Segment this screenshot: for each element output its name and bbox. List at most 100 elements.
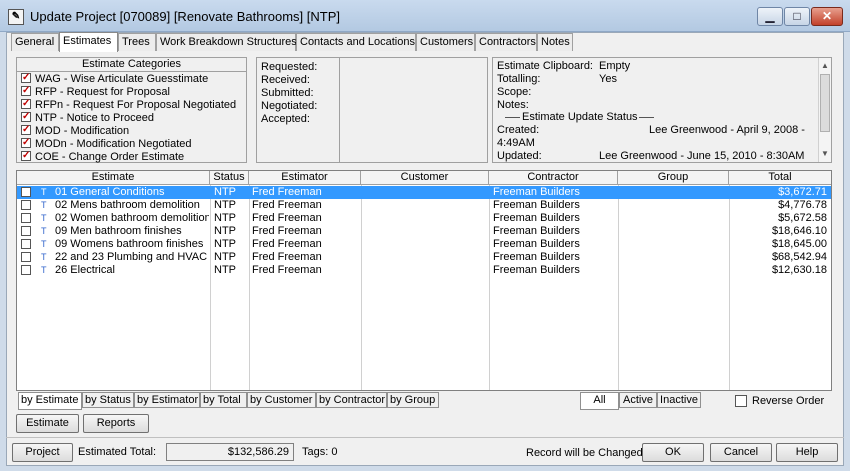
sort-by-status-tab[interactable]: by Status xyxy=(82,392,134,408)
row-checkbox[interactable] xyxy=(21,213,31,223)
group-cell xyxy=(622,238,728,251)
total-cell: $5,672.58 xyxy=(778,212,827,224)
type-marker: T xyxy=(41,252,47,262)
total-cell: $4,776.78 xyxy=(778,199,827,211)
row-checkbox[interactable] xyxy=(21,187,31,197)
category-label: RFP - Request for Proposal xyxy=(35,86,170,98)
cancel-button[interactable]: Cancel xyxy=(710,443,772,462)
category-item[interactable]: WAG - Wise Articulate Guesstimate xyxy=(17,71,246,86)
row-checkbox[interactable] xyxy=(21,252,31,262)
sort-by-estimator-tab[interactable]: by Estimator xyxy=(134,392,200,408)
category-list: WAG - Wise Articulate GuesstimateRFP - R… xyxy=(17,71,246,164)
reports-button[interactable]: Reports xyxy=(83,414,149,433)
column-header-estimator[interactable]: Estimator xyxy=(249,171,361,185)
category-item[interactable]: MODn - Modification Negotiated xyxy=(17,136,246,151)
tab-estimates[interactable]: Estimates xyxy=(59,32,118,52)
ok-button[interactable]: OK xyxy=(642,443,704,462)
sort-by-estimate-tab[interactable]: by Estimate xyxy=(18,392,82,410)
tab-customers[interactable]: Customers xyxy=(416,33,475,51)
estimator-cell: Fred Freeman xyxy=(252,212,322,224)
category-checkbox[interactable] xyxy=(21,136,31,149)
help-button[interactable]: Help xyxy=(776,443,838,462)
column-header-status[interactable]: Status xyxy=(210,171,249,185)
column-header-contractor[interactable]: Contractor xyxy=(489,171,618,185)
status-cell: NTP xyxy=(214,225,236,237)
sort-by-contractor-tab[interactable]: by Contractor xyxy=(316,392,387,408)
category-checkbox[interactable] xyxy=(21,123,31,136)
notes-label: Notes: xyxy=(497,99,529,111)
table-row[interactable]: T 01 General Conditions NTP Fred Freeman Fre… xyxy=(17,186,831,199)
total-cell: $68,542.94 xyxy=(771,251,827,263)
maximize-button[interactable]: □ xyxy=(784,7,810,26)
filter-inactive-tab[interactable]: Inactive xyxy=(657,392,701,408)
tab-contacts-and-locations[interactable]: Contacts and Locations xyxy=(296,33,416,51)
column-header-customer[interactable]: Customer xyxy=(361,171,489,185)
group-cell xyxy=(622,251,728,264)
table-row[interactable]: T 26 Electrical NTP Fred Freeman Freeman Bui… xyxy=(17,264,831,277)
tab-general[interactable]: General xyxy=(11,33,59,51)
app-icon: ✎ xyxy=(8,9,24,25)
requested-label: Requested: xyxy=(261,61,318,73)
tab-work-breakdown-structures[interactable]: Work Breakdown Structures xyxy=(156,33,297,51)
table-row[interactable]: T 02 Women bathroom demolition NTP Fred Fre… xyxy=(17,212,831,225)
category-checkbox[interactable] xyxy=(21,71,31,84)
row-checkbox[interactable] xyxy=(21,265,31,275)
update-status-title: Estimate Update Status xyxy=(522,111,638,123)
submitted-label: Submitted: xyxy=(261,87,314,99)
contractor-cell: Freeman Builders xyxy=(493,186,580,198)
category-checkbox[interactable] xyxy=(21,84,31,97)
title-bar[interactable]: ✎ Update Project [070089] [Renovate Bath… xyxy=(0,0,850,32)
category-checkbox[interactable] xyxy=(21,110,31,123)
row-checkbox[interactable] xyxy=(21,200,31,210)
category-item[interactable]: RFP - Request for Proposal xyxy=(17,84,246,99)
table-row[interactable]: T 09 Men bathroom finishes NTP Fred Freeman… xyxy=(17,225,831,238)
row-checkbox[interactable] xyxy=(21,226,31,236)
sort-by-customer-tab[interactable]: by Customer xyxy=(247,392,316,408)
sort-by-group-tab[interactable]: by Group xyxy=(387,392,439,408)
tab-trees[interactable]: Trees xyxy=(118,33,156,51)
close-button[interactable]: ✕ xyxy=(811,7,843,26)
total-cell: $3,672.71 xyxy=(778,186,827,198)
close-icon: ✕ xyxy=(821,9,833,23)
category-item[interactable]: RFPn - Request For Proposal Negotiated xyxy=(17,97,246,112)
column-header-total[interactable]: Total xyxy=(729,171,831,185)
table-row[interactable]: T 09 Womens bathroom finishes NTP Fred Free… xyxy=(17,238,831,251)
estimator-cell: Fred Freeman xyxy=(252,199,322,211)
row-checkbox[interactable] xyxy=(21,239,31,249)
reverse-order-checkbox[interactable] xyxy=(735,395,747,407)
column-header-group[interactable]: Group xyxy=(618,171,729,185)
column-header-estimate[interactable]: Estimate xyxy=(17,171,210,185)
category-item[interactable]: COE - Change Order Estimate xyxy=(17,149,246,164)
scroll-thumb[interactable] xyxy=(820,74,830,132)
estimate-info-panel: Estimate Clipboard: Empty Totalling: Yes… xyxy=(492,57,832,163)
project-button[interactable]: Project xyxy=(12,443,73,462)
group-cell xyxy=(622,186,728,199)
estimate-button[interactable]: Estimate xyxy=(16,414,79,433)
filter-active-tab[interactable]: Active xyxy=(619,392,657,408)
scroll-up-icon[interactable]: ▲ xyxy=(819,60,831,72)
customer-cell xyxy=(364,199,488,212)
record-status-text: Record will be Changed xyxy=(526,447,643,459)
category-item[interactable]: NTP - Notice to Proceed xyxy=(17,110,246,125)
table-row[interactable]: T 02 Mens bathroom demolition NTP Fred Free… xyxy=(17,199,831,212)
info-scrollbar[interactable]: ▲ ▼ xyxy=(818,58,831,162)
customer-cell xyxy=(364,264,488,277)
tab-contractors[interactable]: Contractors xyxy=(475,33,537,51)
category-checkbox[interactable] xyxy=(21,97,31,110)
sort-by-total-tab[interactable]: by Total xyxy=(200,392,247,408)
tab-notes[interactable]: Notes xyxy=(537,33,573,51)
minimize-icon: ▁ xyxy=(765,9,775,23)
filter-all-tab[interactable]: All xyxy=(580,392,619,410)
updated-label: Updated: xyxy=(497,150,542,162)
type-marker: T xyxy=(41,213,47,223)
table-row[interactable]: T 22 and 23 Plumbing and HVAC NTP Fred Free… xyxy=(17,251,831,264)
accepted-label: Accepted: xyxy=(261,113,310,125)
negotiated-label: Negotiated: xyxy=(261,100,318,112)
total-cell: $18,646.10 xyxy=(771,225,827,237)
estimate-categories-title: Estimate Categories xyxy=(17,58,246,72)
category-checkbox[interactable] xyxy=(21,149,31,162)
category-item[interactable]: MOD - Modification xyxy=(17,123,246,138)
reverse-order-label: Reverse Order xyxy=(752,395,825,407)
minimize-button[interactable]: ▁ xyxy=(757,7,783,26)
scroll-down-icon[interactable]: ▼ xyxy=(819,148,831,160)
